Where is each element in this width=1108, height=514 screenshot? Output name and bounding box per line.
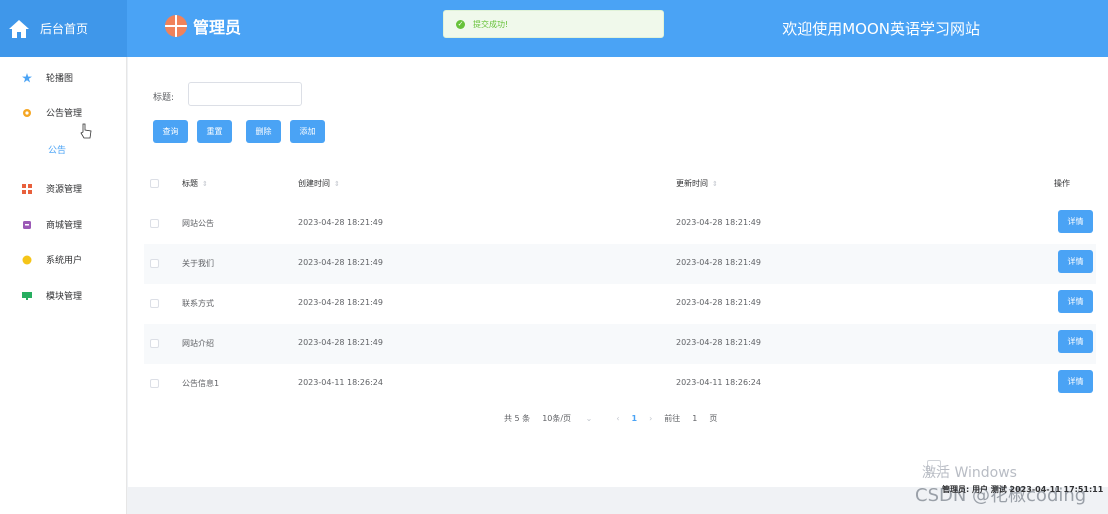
check-circle-icon: ✓ (456, 19, 465, 29)
sort-icon[interactable]: ⇕ (334, 180, 340, 188)
page-number-current[interactable]: 1 (632, 414, 638, 423)
detail-button[interactable]: 详情 (1058, 250, 1093, 273)
welcome-text: 欢迎使用MOON英语学习网站 (782, 20, 980, 38)
cell-updated: 2023-04-28 18:21:49 (676, 258, 761, 267)
page-suffix: 页 (709, 414, 718, 423)
sidebar-item-label: 资源管理 (46, 185, 83, 195)
cell-updated: 2023-04-11 18:26:24 (676, 378, 761, 387)
sidebar-item-label: 系统用户 (46, 256, 83, 266)
row-checkbox[interactable] (150, 299, 159, 308)
table-row: 公告信息1 2023-04-11 18:26:24 2023-04-11 18:… (144, 364, 1096, 404)
cell-title: 关于我们 (182, 259, 214, 268)
admin-menu[interactable]: 管理员 (165, 14, 241, 38)
sidebar-item-label: 模块管理 (46, 292, 83, 302)
cell-created: 2023-04-28 18:21:49 (298, 298, 383, 307)
main-panel: 标题: 查询 重置 删除 添加 标题 ⇕ 创建时间 ⇕ 更新时间 ⇕ 操作 网站公告 … (128, 57, 1108, 487)
sidebar-item-notice-mgmt[interactable]: 公告管理 (22, 106, 82, 119)
sidebar-item-system-users[interactable]: 系统用户 (22, 253, 82, 266)
goto-label: 前往 (664, 414, 681, 423)
detail-button[interactable]: 详情 (1058, 370, 1093, 393)
sidebar-subitem-notice[interactable]: 公告 (48, 143, 66, 156)
shop-icon (23, 220, 31, 229)
sidebar-item-resources[interactable]: 资源管理 (22, 182, 82, 195)
table-row: 关于我们 2023-04-28 18:21:49 2023-04-28 18:2… (144, 244, 1096, 284)
column-header-title[interactable]: 标题 ⇕ (182, 178, 208, 189)
user-icon (22, 255, 32, 264)
cell-title: 联系方式 (182, 299, 214, 308)
cell-title: 网站介绍 (182, 339, 214, 348)
add-button[interactable]: 添加 (290, 120, 325, 143)
hand-cursor-icon (80, 123, 92, 139)
sidebar-item-label: 商城管理 (46, 221, 83, 231)
detail-button[interactable]: 详情 (1058, 290, 1093, 313)
cell-updated: 2023-04-28 18:21:49 (676, 298, 761, 307)
title-filter-label: 标题: (153, 93, 175, 103)
cell-created: 2023-04-28 18:21:49 (298, 258, 383, 267)
cell-updated: 2023-04-28 18:21:49 (676, 338, 761, 347)
detail-button[interactable]: 详情 (1058, 210, 1093, 233)
cell-updated: 2023-04-28 18:21:49 (676, 218, 761, 227)
pagination-total: 共 5 条 (504, 414, 531, 423)
sidebar-item-carousel[interactable]: 轮播图 (22, 71, 73, 84)
overlay-text: 管理员: 用户 测试 2023-04-11 17:51:11 (942, 485, 1104, 494)
next-page-icon[interactable]: › (649, 414, 652, 423)
column-header-action: 操作 (1054, 179, 1070, 188)
top-header: 后台首页 管理员 ✓ 提交成功! 欢迎使用MOON英语学习网站 (0, 0, 1108, 57)
admin-label: 管理员 (193, 18, 242, 37)
row-checkbox[interactable] (150, 379, 159, 388)
table-row: 网站介绍 2023-04-28 18:21:49 2023-04-28 18:2… (144, 324, 1096, 364)
cell-title: 网站公告 (182, 219, 214, 228)
cell-title: 公告信息1 (182, 379, 220, 388)
home-link[interactable]: 后台首页 (0, 0, 127, 57)
avatar (165, 15, 187, 37)
gear-icon (23, 108, 31, 117)
toast-message: 提交成功! (473, 19, 509, 29)
monitor-icon (22, 291, 32, 300)
delete-button[interactable]: 删除 (246, 120, 281, 143)
table-row: 联系方式 2023-04-28 18:21:49 2023-04-28 18:2… (144, 284, 1096, 324)
home-icon (9, 19, 29, 38)
sidebar-item-modules[interactable]: 模块管理 (22, 289, 82, 302)
cell-created: 2023-04-11 18:26:24 (298, 378, 383, 387)
column-header-created[interactable]: 创建时间 ⇕ (298, 178, 340, 189)
prev-page-icon[interactable]: ‹ (616, 414, 619, 423)
sort-icon[interactable]: ⇕ (202, 180, 208, 188)
sidebar: 轮播图 公告管理 公告 资源管理 商城管理 系统用户 模块管理 (0, 57, 127, 514)
cell-created: 2023-04-28 18:21:49 (298, 338, 383, 347)
column-header-updated[interactable]: 更新时间 ⇕ (676, 178, 718, 189)
windows-activation-watermark: 激活 Windows (922, 465, 1017, 481)
success-toast: ✓ 提交成功! (443, 10, 664, 38)
select-all-checkbox[interactable] (150, 179, 159, 188)
reset-button[interactable]: 重置 (197, 120, 232, 143)
chevron-down-icon: ⌄ (585, 414, 593, 423)
pagination: 共 5 条 10条/页 ⌄ ‹ 1 › 前往 1 页 (504, 413, 729, 424)
app-root: 后台首页 管理员 ✓ 提交成功! 欢迎使用MOON英语学习网站 轮播图 公告管理… (0, 0, 1108, 514)
row-checkbox[interactable] (150, 339, 159, 348)
sidebar-item-label: 公告管理 (46, 109, 83, 119)
star-icon (22, 72, 32, 82)
sort-icon[interactable]: ⇕ (712, 180, 718, 188)
query-button[interactable]: 查询 (153, 120, 188, 143)
title-search-input[interactable] (188, 82, 302, 106)
row-checkbox[interactable] (150, 259, 159, 268)
sidebar-item-label: 轮播图 (46, 74, 74, 84)
goto-page-input[interactable]: 1 (692, 414, 697, 423)
row-checkbox[interactable] (150, 219, 159, 228)
cell-created: 2023-04-28 18:21:49 (298, 218, 383, 227)
grid-icon (22, 183, 32, 194)
detail-button[interactable]: 详情 (1058, 330, 1093, 353)
table-row: 网站公告 2023-04-28 18:21:49 2023-04-28 18:2… (144, 204, 1096, 244)
table-header-row: 标题 ⇕ 创建时间 ⇕ 更新时间 ⇕ 操作 (144, 164, 1096, 204)
home-label: 后台首页 (40, 22, 89, 36)
sidebar-item-mall[interactable]: 商城管理 (22, 218, 82, 231)
page-size-select[interactable]: 10条/页 ⌄ (542, 413, 604, 424)
